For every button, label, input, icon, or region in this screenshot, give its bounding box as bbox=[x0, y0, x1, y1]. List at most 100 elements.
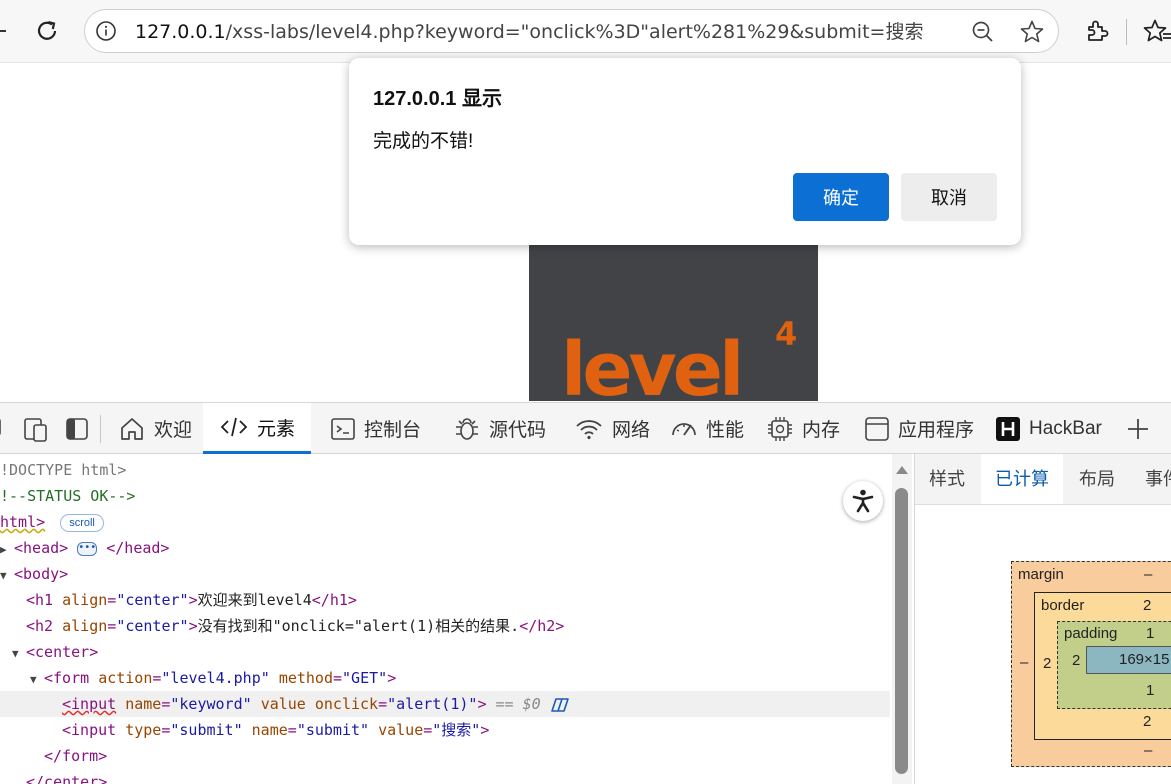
tab-elements-label: 元素 bbox=[257, 418, 296, 440]
tab-performance[interactable]: 性能 bbox=[670, 403, 744, 454]
dialog-message: 完成的不错! bbox=[373, 131, 474, 152]
dom-h1-attr: align bbox=[62, 591, 108, 609]
dom-input1-attr1: name bbox=[125, 695, 162, 713]
dom-body-open: <body> bbox=[14, 565, 69, 583]
dom-comment-line[interactable]: !--STATUS OK--> bbox=[0, 483, 135, 509]
scrollbar-thumb[interactable] bbox=[895, 488, 908, 774]
border-bottom-value[interactable]: 2 bbox=[1143, 713, 1151, 730]
side-pane-tabs: 样式 已计算 布局 事件 bbox=[915, 454, 1171, 505]
tab-console[interactable]: 控制台 bbox=[330, 403, 421, 454]
url-path: /xss-labs/level4.php?keyword="onclick%3D… bbox=[225, 21, 924, 43]
tab-network[interactable]: 网络 bbox=[574, 403, 650, 454]
dom-input2-attr2: name bbox=[251, 721, 288, 739]
cancel-button[interactable]: 取消 bbox=[901, 173, 997, 221]
padding-bottom-value[interactable]: 1 bbox=[1146, 682, 1154, 699]
dom-h1-eq: = bbox=[107, 591, 117, 609]
favorite-star-icon[interactable] bbox=[1019, 19, 1045, 49]
collapse-arrow-icon[interactable]: ▼ bbox=[12, 641, 26, 667]
tab-welcome[interactable]: 欢迎 bbox=[118, 403, 192, 454]
add-tab-icon[interactable] bbox=[1126, 417, 1150, 445]
zoom-out-icon[interactable] bbox=[971, 20, 995, 48]
margin-left-value[interactable]: – bbox=[1020, 654, 1028, 671]
dom-input2-attr3: value bbox=[378, 721, 424, 739]
tab-application[interactable]: 应用程序 bbox=[864, 403, 974, 454]
tab-elements[interactable]: 元素 bbox=[203, 403, 311, 454]
dock-side-icon[interactable] bbox=[64, 415, 90, 447]
collapsed-dots-icon[interactable]: ••• bbox=[77, 541, 98, 556]
dom-center-line[interactable]: ▼ <center> bbox=[12, 639, 98, 665]
reload-icon[interactable] bbox=[32, 16, 62, 46]
content-size-value[interactable]: 169×15 bbox=[1119, 651, 1169, 668]
dom-form-line[interactable]: ▼ <form action="level4.php" method="GET"> bbox=[30, 665, 396, 691]
dom-input-keyword-line[interactable]: <input name="keyword" value onclick="ale… bbox=[0, 691, 890, 717]
dom-input2-attr1: type bbox=[125, 721, 162, 739]
accessibility-button[interactable] bbox=[843, 481, 883, 521]
border-left-value[interactable]: 2 bbox=[1043, 655, 1051, 672]
margin-label: margin bbox=[1018, 566, 1064, 583]
ok-button[interactable]: 确定 bbox=[793, 173, 889, 221]
wifi-icon bbox=[576, 419, 602, 439]
box-model-margin: margin – – – border 2 2 2 padding 1 2 1 … bbox=[1011, 561, 1171, 767]
padding-left-value[interactable]: 2 bbox=[1072, 652, 1080, 669]
logo-superscript: 4 bbox=[775, 315, 797, 353]
dom-form-close-line[interactable]: </form> bbox=[44, 743, 107, 769]
dom-h1-end: </h1> bbox=[311, 591, 357, 609]
dom-input1-close: > bbox=[477, 695, 487, 713]
console-icon bbox=[331, 417, 355, 440]
dom-head-line[interactable]: ▶ <head> ••• </head> bbox=[0, 535, 169, 561]
address-bar[interactable]: 127.0.0.1/xss-labs/level4.php?keyword="o… bbox=[84, 9, 1059, 53]
dom-h2-end: </h2> bbox=[519, 617, 565, 635]
info-icon[interactable] bbox=[95, 20, 117, 42]
dom-input1-val1: "keyword" bbox=[170, 695, 252, 713]
dom-center-close-line[interactable]: </center> bbox=[26, 769, 107, 784]
dom-head-close: </head> bbox=[106, 539, 170, 557]
collapse-arrow-icon[interactable]: ▼ bbox=[30, 667, 44, 693]
border-top-value[interactable]: 2 bbox=[1143, 597, 1151, 614]
tab-styles[interactable]: 样式 bbox=[929, 454, 965, 504]
dom-form-close-tag: </form> bbox=[44, 747, 108, 765]
dom-center-close-tag: </center> bbox=[26, 773, 108, 784]
dom-h2-close: > bbox=[188, 617, 198, 635]
dom-body-line[interactable]: ▼ <body> bbox=[0, 561, 68, 587]
elements-scrollbar[interactable] bbox=[892, 454, 912, 784]
tab-event-listeners[interactable]: 事件 bbox=[1145, 454, 1171, 504]
dom-h1-line[interactable]: <h1 align="center">欢迎来到level4</h1> bbox=[26, 587, 357, 613]
tab-memory[interactable]: 内存 bbox=[766, 403, 840, 454]
gauge-icon bbox=[672, 422, 696, 436]
back-edge-icon[interactable] bbox=[0, 16, 16, 46]
expand-arrow-icon[interactable]: ▶ bbox=[0, 537, 14, 563]
tab-performance-label: 性能 bbox=[706, 420, 745, 441]
scroll-badge[interactable]: scroll bbox=[60, 513, 104, 532]
box-model-border: border 2 2 2 padding 1 2 1 169×15 bbox=[1034, 592, 1171, 740]
dom-doctype: !DOCTYPE html> bbox=[0, 461, 127, 479]
margin-bottom-value[interactable]: – bbox=[1144, 742, 1152, 759]
extensions-icon[interactable] bbox=[1082, 16, 1112, 46]
styles-side-pane: 样式 已计算 布局 事件 margin – – – border 2 2 2 p… bbox=[914, 454, 1171, 784]
dom-h2-text: 没有找到和"onclick="alert(1)相关的结果. bbox=[197, 617, 520, 635]
dom-selected-marker: == $0 bbox=[495, 695, 541, 713]
margin-top-value[interactable]: – bbox=[1144, 566, 1152, 583]
scroll-up-arrow-icon[interactable] bbox=[896, 466, 908, 474]
padding-top-value[interactable]: 1 bbox=[1146, 625, 1154, 642]
inspect-icon[interactable] bbox=[0, 415, 10, 445]
device-emulation-icon[interactable] bbox=[22, 415, 50, 447]
dom-html-line[interactable]: html> scroll bbox=[0, 509, 104, 535]
home-icon bbox=[121, 417, 143, 440]
tab-layout[interactable]: 布局 bbox=[1079, 454, 1115, 504]
dom-input2-close: > bbox=[480, 721, 490, 739]
dom-doctype-line[interactable]: !DOCTYPE html> bbox=[0, 457, 126, 483]
collapse-arrow-icon[interactable]: ▼ bbox=[0, 563, 14, 589]
tab-memory-label: 内存 bbox=[802, 420, 841, 441]
tab-computed[interactable]: 已计算 bbox=[981, 454, 1063, 504]
favorites-icon[interactable] bbox=[1142, 16, 1171, 46]
copilot-icon[interactable] bbox=[550, 696, 570, 714]
dom-input1-attr2: value bbox=[260, 695, 306, 713]
dom-h2-line[interactable]: <h2 align="center">没有找到和"onclick="alert(… bbox=[26, 613, 564, 639]
url-text[interactable]: 127.0.0.1/xss-labs/level4.php?keyword="o… bbox=[135, 10, 923, 54]
tab-hackbar-label: HackBar bbox=[1029, 417, 1102, 439]
tab-hackbar[interactable]: HackBar bbox=[995, 403, 1102, 454]
dom-input-submit-line[interactable]: <input type="submit" name="submit" value… bbox=[62, 717, 489, 743]
elements-panel: !DOCTYPE html> !--STATUS OK--> html> scr… bbox=[0, 454, 892, 784]
tab-sources[interactable]: 源代码 bbox=[453, 403, 546, 454]
dom-h1-text: 欢迎来到level4 bbox=[197, 591, 312, 609]
